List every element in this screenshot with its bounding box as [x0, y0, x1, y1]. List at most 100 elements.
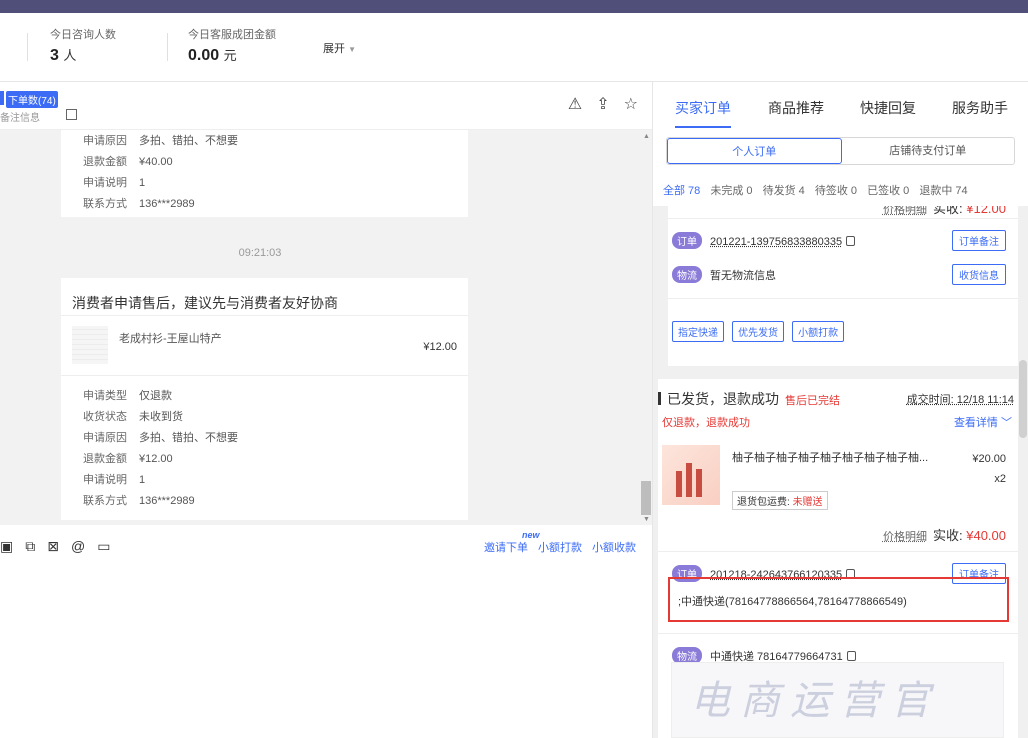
filter-refunding[interactable]: 退款中 74	[919, 185, 967, 197]
tab-quick-reply[interactable]: 快捷回复	[860, 98, 916, 118]
return-shipping-label: 退货包运费:	[737, 497, 790, 508]
divider	[61, 375, 468, 376]
order-number[interactable]: 201221-139756833880335	[710, 236, 842, 248]
right-tabs: 买家订单 商品推荐 快捷回复 服务助手	[653, 82, 1028, 132]
filter-to-ship[interactable]: 待发货 4	[763, 185, 805, 197]
small-pay-link[interactable]: 小额打款	[538, 539, 582, 555]
order-status: 已发货，退款成功 售后已完结	[658, 389, 840, 409]
kv-row: 联系方式 136***2989	[83, 198, 195, 210]
share-icon[interactable]: ⇪	[596, 94, 609, 114]
message-timestamp: 09:21:03	[238, 247, 282, 259]
scroll-down-icon[interactable]: ▼	[643, 516, 650, 523]
product-name[interactable]: 柚子柚子柚子柚子柚子柚子柚子柚子柚...	[732, 449, 938, 465]
consult-stat: 今日咨询人数 3 人	[50, 26, 116, 65]
divider	[27, 33, 28, 61]
stats-bar: 今日咨询人数 3 人 今日客服成团金额 0.00 元 展开 ▼	[0, 13, 1028, 82]
logistics-row: 物流 暂无物流信息	[672, 266, 776, 283]
price-detail-link[interactable]: 价格明细	[883, 531, 927, 543]
product-image[interactable]	[662, 445, 720, 505]
kv-row: 退款金额 ¥12.00	[83, 453, 173, 465]
view-detail-link[interactable]: 查看详情 ﹀	[954, 414, 1012, 430]
after-sale-title: 消费者申请售后，建议先与消费者友好协商	[72, 295, 338, 311]
header-icons: ⚠ ⇪ ☆	[568, 94, 638, 114]
small-pay-button[interactable]: 小额打款	[792, 321, 845, 342]
kv-row: 退款金额 ¥40.00	[83, 156, 173, 168]
scroll-up-icon[interactable]: ▲	[643, 133, 650, 140]
receive-info-button[interactable]: 收货信息	[952, 264, 1006, 285]
warning-icon[interactable]: ⚠	[568, 94, 582, 114]
note-label: 备注信息	[0, 113, 40, 124]
order-note-button[interactable]: 订单备注	[952, 230, 1006, 251]
amount-stat: 今日客服成团金额 0.00 元	[188, 26, 276, 65]
filter-to-sign[interactable]: 待签收 0	[815, 185, 857, 197]
order-segment: 个人订单 店铺待支付订单	[666, 137, 1015, 165]
status-bar	[658, 392, 661, 405]
divider	[658, 551, 1018, 552]
scroll-thumb[interactable]	[641, 481, 651, 515]
small-collect-link[interactable]: 小额收款	[592, 539, 636, 555]
product-name[interactable]: 老成村衫-王屋山特产	[119, 330, 222, 346]
chat-scrollbar[interactable]	[640, 130, 652, 525]
chevron-down-icon: ﹀	[1001, 417, 1012, 429]
kv-row: 申请说明 1	[83, 177, 146, 189]
filter-signed[interactable]: 已签收 0	[867, 185, 909, 197]
amount-label: 今日客服成团金额	[188, 29, 276, 41]
copy-icon[interactable]	[846, 236, 856, 246]
invite-label: 邀请下单	[484, 542, 528, 554]
after-sale-card: 消费者申请售后，建议先与消费者友好协商 老成村衫-王屋山特产 ¥12.00 申请…	[61, 278, 468, 520]
badge-edge	[0, 91, 4, 105]
top-bar	[0, 0, 1028, 13]
right-scrollbar[interactable]	[1019, 360, 1027, 438]
price-detail-link[interactable]: 价格明细	[883, 206, 927, 216]
chevron-down-icon: ▼	[348, 45, 356, 54]
refund-summary: 仅退款，退款成功	[662, 417, 750, 429]
image-icon[interactable]: ▣	[0, 538, 13, 555]
watermark-logo: 电商运营官	[690, 678, 940, 724]
expand-button[interactable]: 展开 ▼	[323, 40, 356, 56]
order-number-row: 订单 201221-139756833880335	[672, 232, 856, 249]
segment-personal[interactable]: 个人订单	[667, 138, 842, 164]
filter-all[interactable]: 全部 78	[663, 185, 700, 197]
action-row: 指定快递 优先发货 小额打款	[672, 321, 849, 342]
amount-unit: 元	[223, 48, 237, 63]
paid-summary: 价格明细 实收: ¥40.00	[883, 525, 1006, 544]
coupon-icon[interactable]: ⊠	[47, 538, 59, 555]
tab-service-assistant[interactable]: 服务助手	[952, 98, 1008, 118]
at-icon[interactable]: @	[71, 538, 85, 555]
logistics-text: 暂无物流信息	[710, 270, 776, 282]
right-panel: 买家订单 商品推荐 快捷回复 服务助手 个人订单 店铺待支付订单 全部 78 未…	[652, 82, 1028, 738]
lipstick-shape	[676, 471, 682, 497]
folder-icon[interactable]: ▭	[97, 538, 110, 555]
priority-ship-button[interactable]: 优先发货	[732, 321, 785, 342]
product-thumbnail[interactable]	[72, 326, 108, 364]
consult-label: 今日咨询人数	[50, 29, 116, 41]
refund-card-1: 申请原因 多拍、错拍、不想要 退款金额 ¥40.00 申请说明 1 联系方式 136**…	[61, 130, 468, 217]
return-shipping-tag: 退货包运费: 未赠送	[732, 491, 828, 510]
chat-area: 申请原因 多拍、错拍、不想要 退款金额 ¥40.00 申请说明 1 联系方式 136**…	[0, 130, 652, 525]
segment-shop-unpaid[interactable]: 店铺待支付订单	[842, 138, 1015, 164]
order-list: 价格明细 实收: ¥12.00 订单 201221-139756833880335 …	[653, 206, 1028, 738]
copy-icon[interactable]	[846, 651, 856, 661]
divider	[658, 633, 1018, 634]
unit-price: ¥20.00	[972, 453, 1006, 465]
star-icon[interactable]: ☆	[624, 94, 638, 114]
video-icon[interactable]: ⧉	[25, 538, 35, 555]
amount-value: 0.00	[188, 47, 220, 64]
tab-product-recommend[interactable]: 商品推荐	[768, 98, 824, 118]
order-filters: 全部 78 未完成 0 待发货 4 待签收 0 已签收 0 退款中 74	[663, 182, 975, 198]
filter-incomplete[interactable]: 未完成 0	[710, 185, 752, 197]
edit-note-icon[interactable]	[66, 109, 77, 120]
product-price: ¥12.00	[423, 341, 457, 353]
divider	[668, 298, 1018, 299]
lipstick-shape	[686, 463, 692, 497]
invite-order-link[interactable]: new 邀请下单	[484, 530, 540, 555]
deal-time: 成交时间: 12/18 11:14	[906, 394, 1014, 406]
order-count-badge[interactable]: 下单数(74)	[6, 91, 58, 108]
logistics-tag: 物流	[672, 266, 702, 283]
after-sale-status: 售后已完结	[785, 395, 840, 407]
paid-amount: ¥40.00	[966, 528, 1006, 543]
tab-buyer-orders[interactable]: 买家订单	[675, 98, 731, 118]
divider	[668, 218, 1018, 219]
kv-row: 申请类型 仅退款	[83, 390, 172, 402]
assign-express-button[interactable]: 指定快递	[672, 321, 724, 342]
